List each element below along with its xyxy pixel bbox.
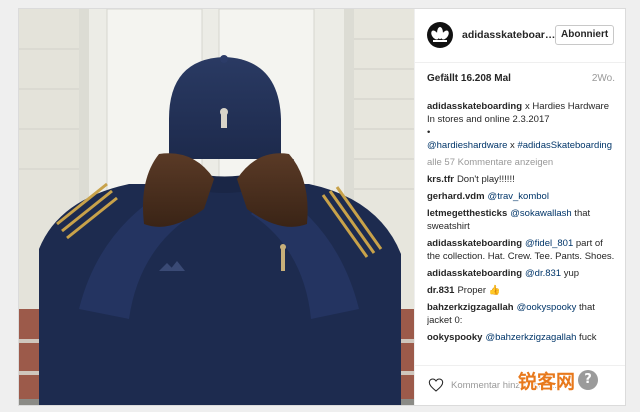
comment-username[interactable]: dr.831 bbox=[427, 285, 454, 296]
comment: adidasskateboarding @dr.831 yup bbox=[427, 267, 617, 280]
comment-mention-link[interactable]: @dr.831 bbox=[525, 268, 561, 279]
comment-mention-link[interactable]: @ookyspooky bbox=[517, 302, 577, 313]
comment-mention-link[interactable]: @sokawallash bbox=[510, 208, 571, 219]
comment-text: yup bbox=[561, 268, 580, 279]
comment-list-fade bbox=[415, 349, 625, 365]
comment: dr.831 Proper 👍 bbox=[427, 284, 617, 297]
comment: bahzerkzigzagallah @ookyspooky that jacke… bbox=[427, 301, 617, 327]
comment-text: In stores and online 2.3.2017 bbox=[427, 114, 550, 125]
adidas-trefoil-icon bbox=[431, 27, 449, 42]
comment-username[interactable]: ookyspooky bbox=[427, 332, 482, 343]
comment: letmegetthesticks @sokawallash that sweat… bbox=[427, 207, 617, 233]
comment-username[interactable]: adidasskateboarding bbox=[427, 101, 522, 112]
help-icon: ? bbox=[578, 370, 599, 390]
comment-text: Don't play!!!!!! bbox=[456, 174, 515, 185]
comment-mention-link[interactable]: @bahzerkzigzagallah bbox=[485, 332, 576, 343]
post-age[interactable]: 2Wo. bbox=[592, 73, 615, 84]
comment-username[interactable]: adidasskateboarding bbox=[427, 268, 522, 279]
comment: krs.tfr Don't play!!!!!! bbox=[427, 173, 617, 186]
comment-mention-link[interactable]: #adidasSkateboarding bbox=[517, 140, 612, 151]
like-count[interactable]: Gefällt 16.208 Mal bbox=[427, 73, 511, 84]
comment-mention-link[interactable]: @trav_kombol bbox=[488, 191, 549, 202]
comment-mention-link[interactable]: @fidel_801 bbox=[525, 238, 573, 249]
comment: adidasskateboarding @fidel_801 part of th… bbox=[427, 237, 617, 263]
comment-text: Proper 👍 bbox=[457, 285, 501, 296]
comment-username[interactable]: krs.tfr bbox=[427, 174, 454, 185]
post-photo[interactable] bbox=[19, 9, 414, 405]
comment-username[interactable]: adidasskateboarding bbox=[427, 238, 522, 249]
watermark-text: 锐客网 bbox=[518, 370, 576, 393]
comment-username[interactable]: letmegetthesticks bbox=[427, 208, 507, 219]
comment-text: x bbox=[507, 140, 518, 151]
comment-username[interactable]: bahzerkzigzagallah bbox=[427, 302, 514, 313]
comment-mention-link[interactable]: @hardieshardware bbox=[427, 140, 507, 151]
following-button[interactable]: Abonniert bbox=[555, 25, 615, 45]
post-caption: adidasskateboarding x Hardies Hardware In … bbox=[427, 100, 617, 152]
post-sidebar: adidasskateboarding Abonniert Gefällt 16… bbox=[414, 9, 625, 405]
view-all-comments-link[interactable]: alle 57 Kommentare anzeigen bbox=[427, 156, 617, 169]
post-header: adidasskateboarding Abonniert bbox=[415, 9, 625, 63]
likes-row: Gefällt 16.208 Mal 2Wo. bbox=[427, 73, 615, 84]
avatar[interactable] bbox=[427, 22, 453, 48]
comment: ookyspooky @bahzerkzigzagallah fuck bbox=[427, 331, 617, 344]
comment-username[interactable]: gerhard.vdm bbox=[427, 191, 485, 202]
comment-text: fuck bbox=[576, 332, 597, 343]
comment-text: • bbox=[427, 127, 431, 138]
instagram-post-embed: adidasskateboarding Abonniert Gefällt 16… bbox=[18, 8, 626, 406]
heart-icon[interactable] bbox=[428, 377, 444, 393]
site-watermark: 锐客网 ? bbox=[518, 368, 599, 393]
post-username[interactable]: adidasskateboarding bbox=[462, 29, 557, 41]
comment: gerhard.vdm @trav_kombol bbox=[427, 190, 617, 203]
comment-text: x Hardies Hardware bbox=[525, 101, 609, 112]
comment-list[interactable]: adidasskateboarding x Hardies Hardware In … bbox=[427, 100, 617, 358]
